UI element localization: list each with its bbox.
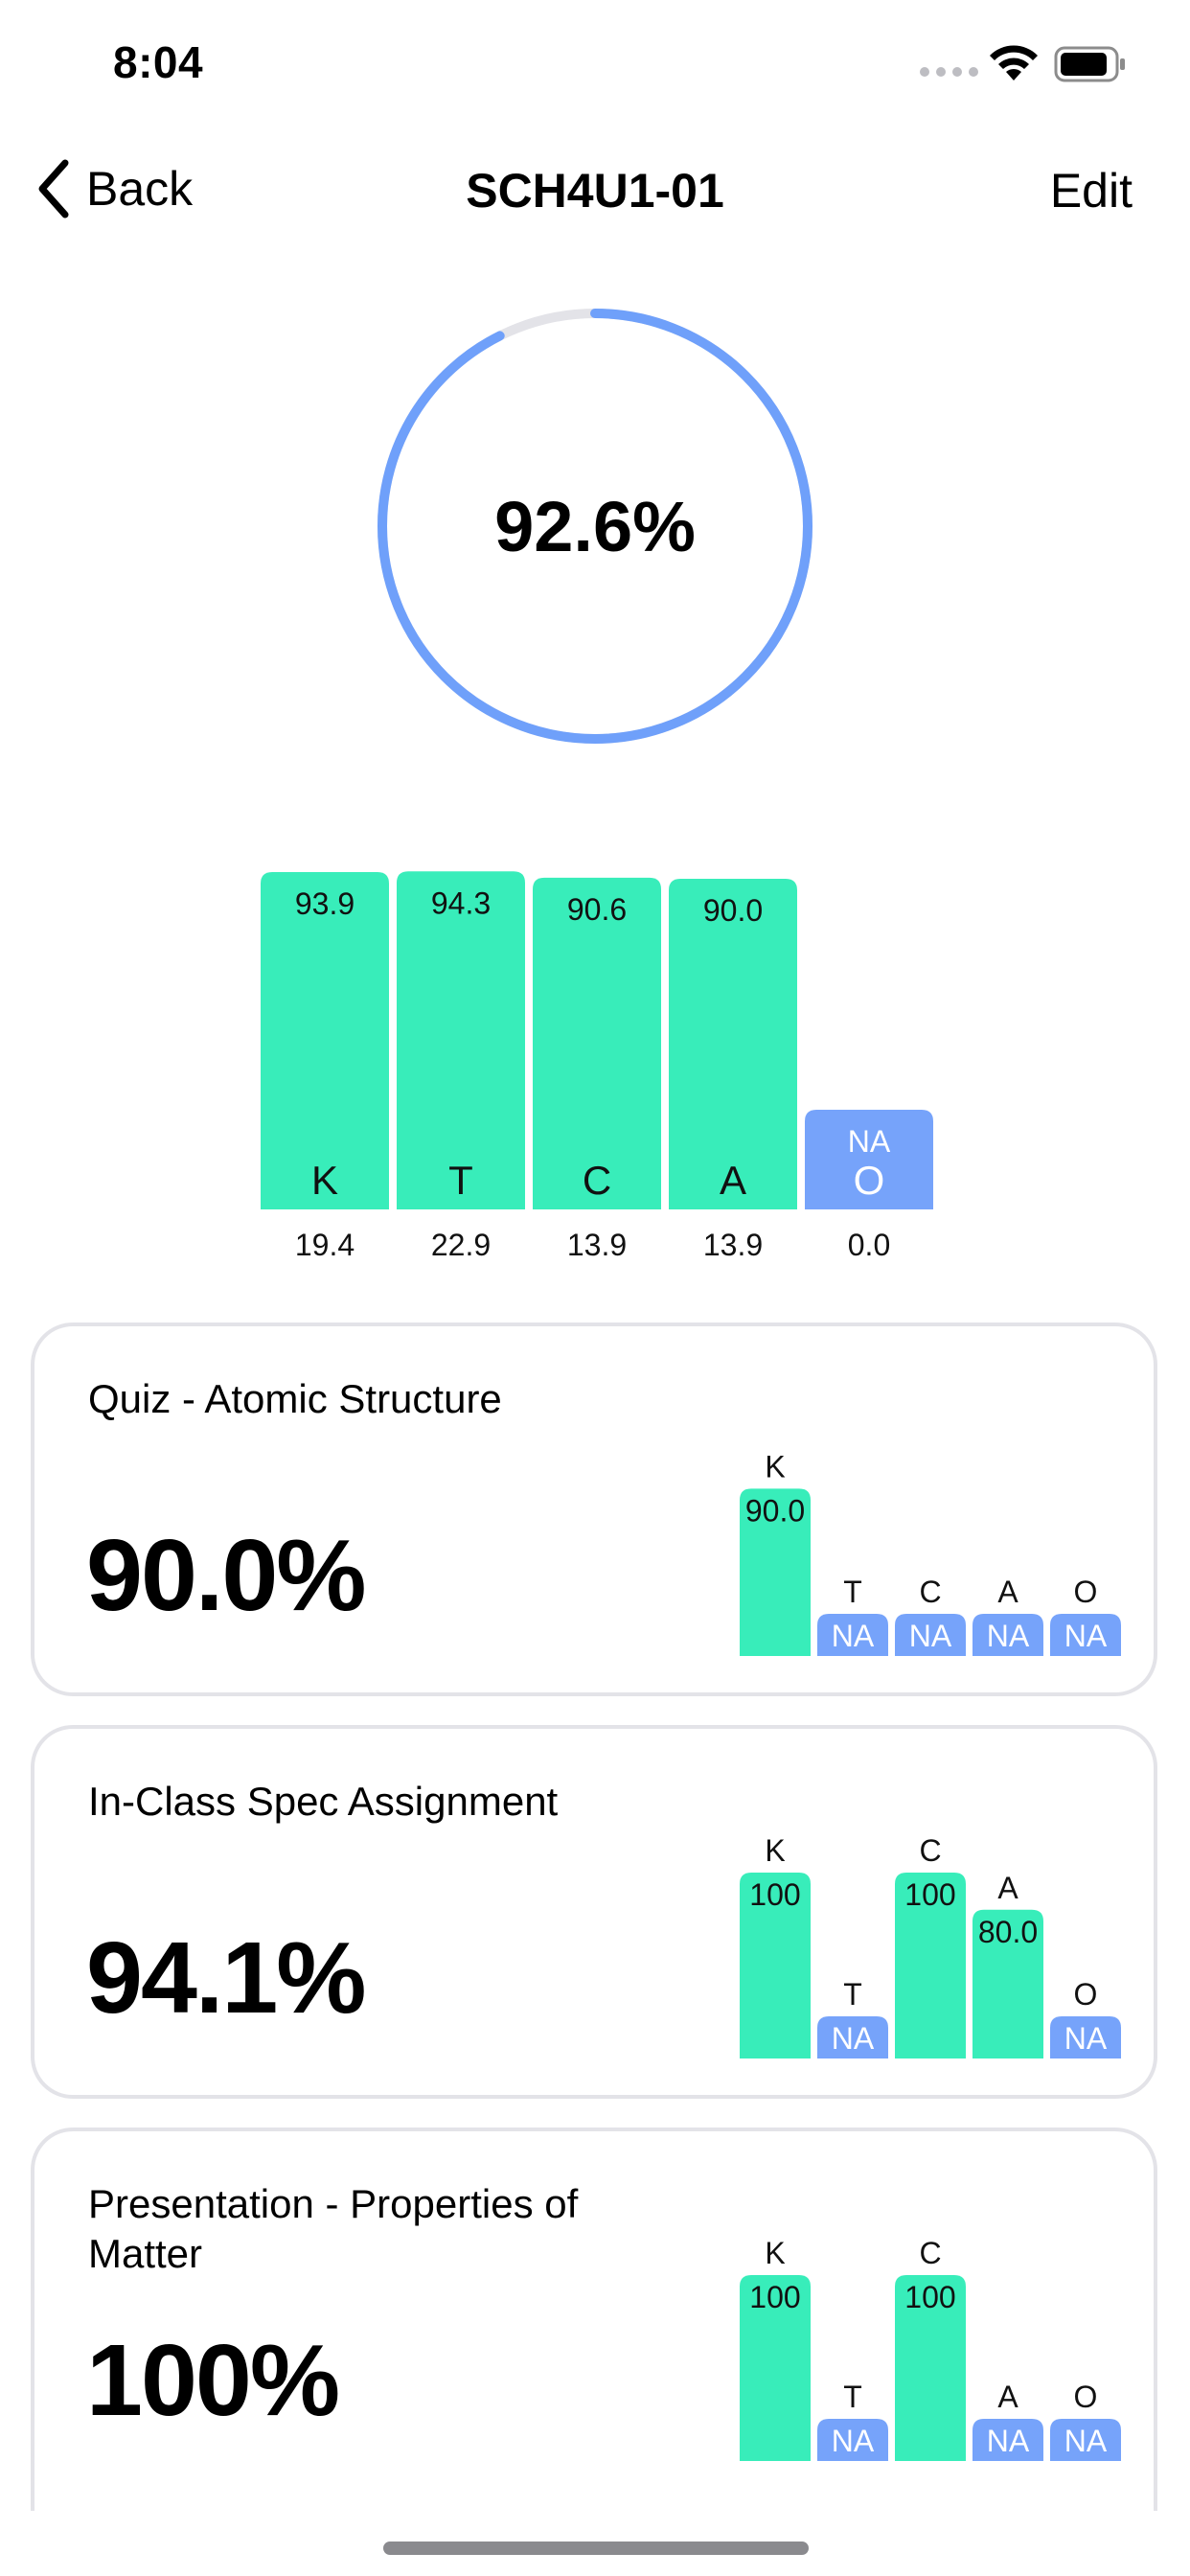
mini-bar-category: T (843, 1977, 862, 2012)
mini-chart-svg: 100 K NA T 100 C 80.0 A NA O (740, 1833, 1121, 2058)
assessment-card[interactable]: Presentation - Properties of Matter 100%… (31, 2128, 1157, 2511)
mini-bar-value: 100 (904, 2280, 955, 2314)
assessment-mini-chart: 100 K NA T 100 C 80.0 A NA O (740, 1815, 1138, 2058)
status-time: 8:04 (113, 37, 204, 87)
assessment-title: Quiz - Atomic Structure (88, 1376, 502, 1421)
cellular-signal-icon (920, 67, 978, 77)
mini-bar-category: A (997, 1575, 1018, 1609)
bar-k: 93.9 K 19.4 (261, 871, 389, 1262)
battery-icon (1054, 46, 1125, 82)
mini-bar-category: K (765, 1449, 785, 1484)
mini-bar-category: K (765, 1833, 785, 1868)
bar-rect (397, 871, 525, 1209)
bar-o: NAO 0.0 (805, 1110, 933, 1262)
assessment-score: 90.0% (86, 1519, 367, 1632)
bar-category-label: O (854, 1158, 885, 1203)
bar-value-label: 94.3 (431, 886, 491, 920)
mini-bar-category: C (919, 1833, 941, 1868)
assessment-title: In-Class Spec Assignment (88, 1779, 559, 1824)
bar-value-label: 90.6 (567, 892, 627, 927)
bar-a: 90.0 A 13.9 (669, 879, 797, 1262)
mini-bar-category: A (997, 2380, 1018, 2414)
mini-bar-category: K (765, 2236, 785, 2270)
edit-button[interactable]: Edit (1050, 163, 1133, 218)
mini-chart-svg: 100 K NA T 100 C NA A NA O (740, 2236, 1121, 2461)
mini-bar-value: NA (987, 1619, 1030, 1653)
mini-bar-value: NA (832, 2424, 875, 2458)
mini-bar-value: NA (1064, 2424, 1108, 2458)
mini-bar-value: 100 (749, 1877, 800, 1912)
mini-bar-value: NA (832, 1619, 875, 1653)
bar-t: 94.3 T 22.9 (397, 871, 525, 1262)
mini-bar-value: 100 (904, 1877, 955, 1912)
mini-bar-value: NA (832, 2021, 875, 2056)
mini-bar-value: 80.0 (978, 1915, 1038, 1949)
overall-percentage: 92.6% (494, 486, 696, 566)
assessment-score: 94.1% (86, 1921, 367, 2035)
bar-rect (669, 879, 797, 1209)
mini-chart-svg: 90.0 K NA T NA C NA A NA O (740, 1449, 1121, 1656)
bar-category-label: T (448, 1158, 473, 1203)
page-title: SCH4U1-01 (466, 164, 724, 218)
mini-bar-category: O (1074, 1977, 1098, 2012)
bar-weight-label: 22.9 (431, 1228, 491, 1262)
assessment-card[interactable]: Quiz - Atomic Structure 90.0% 90.0 K NA T NA… (31, 1322, 1157, 1696)
mini-bar-category: A (997, 1871, 1018, 1905)
assessment-score: 100% (86, 2324, 340, 2437)
bar-category-label: A (720, 1158, 746, 1203)
wifi-icon (990, 45, 1038, 80)
mini-bar-category: O (1074, 1575, 1098, 1609)
mini-bar-category: C (919, 1575, 941, 1609)
bar-value-label: 93.9 (295, 886, 355, 921)
assessment-title: Presentation - Properties of Matter (88, 2181, 579, 2276)
assessment-mini-chart: 90.0 K NA T NA C NA A NA O (740, 1413, 1138, 1656)
assessment-mini-chart: 100 K NA T 100 C NA A NA O (740, 2218, 1138, 2461)
mini-bar-category: C (919, 2236, 941, 2270)
mini-bar-category: T (843, 1575, 862, 1609)
bar-weight-label: 19.4 (295, 1228, 355, 1262)
mini-bar-value: 100 (749, 2280, 800, 2314)
bar-weight-label: 13.9 (703, 1228, 763, 1262)
mini-bar-value: NA (987, 2424, 1030, 2458)
bar-c: 90.6 C 13.9 (533, 877, 661, 1262)
mini-bar-value: NA (1064, 1619, 1108, 1653)
mini-bar-value: NA (909, 1619, 952, 1653)
bar-rect (261, 871, 389, 1209)
home-indicator (383, 2542, 809, 2555)
mini-bar-value: 90.0 (745, 1493, 805, 1528)
bar-category-label: K (311, 1158, 338, 1203)
bar-rect (533, 877, 661, 1209)
bar-value-label: NA (848, 1124, 891, 1159)
bar-category-label: C (583, 1158, 611, 1203)
bar-rect (805, 1110, 933, 1209)
bar-weight-label: 13.9 (567, 1228, 627, 1262)
assessment-card[interactable]: In-Class Spec Assignment 94.1% 100 K NA T 10… (31, 1725, 1157, 2099)
mini-bar-category: T (843, 2380, 862, 2414)
bar-value-label: 90.0 (703, 893, 763, 928)
mini-bar-category: O (1074, 2380, 1098, 2414)
mini-bar-value: NA (1064, 2021, 1108, 2056)
bar-weight-label: 0.0 (848, 1228, 890, 1262)
